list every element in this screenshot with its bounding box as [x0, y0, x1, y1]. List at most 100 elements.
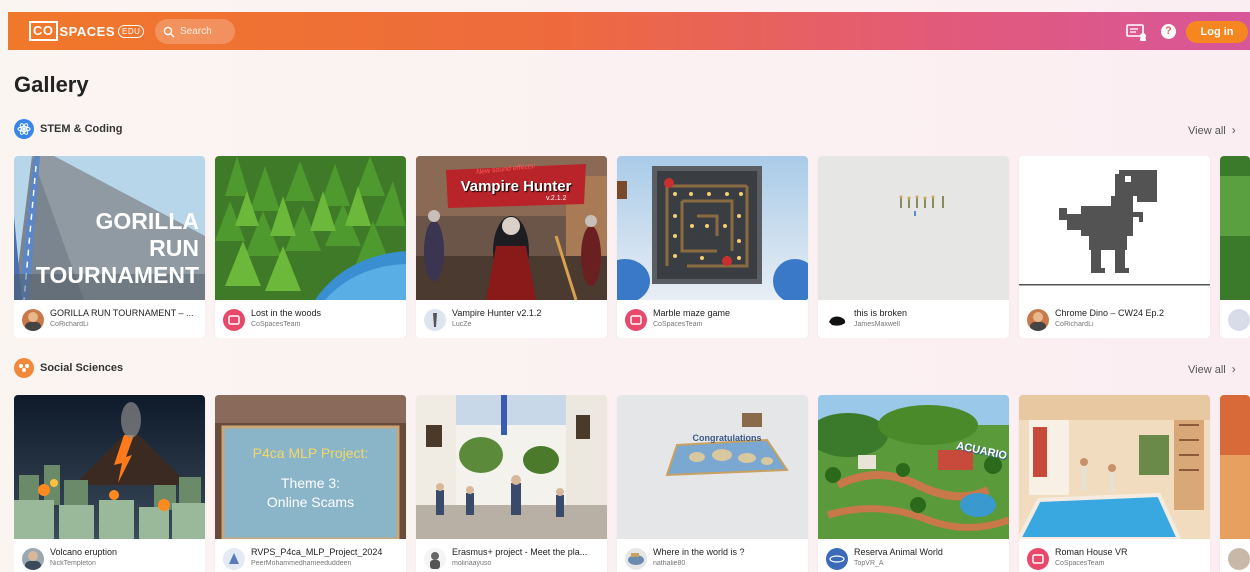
- section-title: STEM & Coding: [40, 123, 123, 135]
- card-author: TopVR_A: [854, 560, 884, 567]
- project-card[interactable]: Roman House VR CoSpacesTeam: [1019, 395, 1210, 572]
- card-author: CoSpacesTeam: [1055, 560, 1105, 567]
- card-title: Marble maze game: [653, 308, 731, 318]
- search-input[interactable]: Search: [155, 19, 235, 44]
- card-title: this is broken: [854, 308, 908, 318]
- section-header-social: Social Sciences: [14, 358, 123, 378]
- project-thumbnail: P4ca MLP Project: Theme 3: Online Scams: [215, 395, 406, 539]
- project-card[interactable]: Volcano eruption NickTempleton: [14, 395, 205, 572]
- card-title: Lost in the woods: [251, 308, 322, 318]
- project-card[interactable]: P4ca MLP Project: Theme 3: Online Scams …: [215, 395, 406, 572]
- project-card[interactable]: Congratulations Where in the world is ? …: [617, 395, 808, 572]
- view-all-label: View all: [1188, 364, 1226, 376]
- project-card[interactable]: GORILLA RUN TOURNAMENT GORILLA RUN TOURN…: [14, 156, 205, 338]
- card-info: Marble maze game CoSpacesTeam: [617, 300, 808, 338]
- card-info: [1220, 539, 1250, 572]
- search-placeholder: Search: [180, 26, 212, 37]
- login-button[interactable]: Log in: [1186, 21, 1248, 43]
- card-title: Vampire Hunter v2.1.2: [452, 308, 542, 318]
- classroom-icon[interactable]: [1126, 23, 1148, 41]
- section-title: Social Sciences: [40, 362, 124, 374]
- project-thumbnail: [617, 156, 808, 300]
- card-author: LucZe: [452, 321, 472, 328]
- card-info: this is broken JamesMaxwell: [818, 300, 1009, 338]
- thumb-text: Congratulations: [692, 433, 762, 443]
- project-card[interactable]: ACUARIO Reserva Animal World TopVR_A: [818, 395, 1009, 572]
- project-card[interactable]: Vampire Hunter v.2.1.2 New sound effects…: [416, 156, 607, 338]
- avatar: [1027, 309, 1049, 331]
- globe-people-icon: [14, 358, 34, 378]
- avatar: [1027, 548, 1049, 570]
- card-info: Erasmus+ project - Meet the pla... molin…: [416, 539, 607, 572]
- card-title: Chrome Dino – CW24 Ep.2: [1055, 308, 1165, 318]
- project-thumbnail: GORILLA RUN TOURNAMENT: [14, 156, 205, 300]
- project-thumbnail: [215, 156, 406, 300]
- project-thumbnail: [1220, 156, 1250, 300]
- project-thumbnail: [1019, 156, 1210, 300]
- card-author: nathalie80: [653, 560, 686, 567]
- project-card-partial[interactable]: [1220, 156, 1250, 338]
- card-row-stem: GORILLA RUN TOURNAMENT GORILLA RUN TOURN…: [14, 156, 1250, 338]
- section-header-stem: STEM & Coding: [14, 119, 123, 139]
- project-card[interactable]: Lost in the woods CoSpacesTeam: [215, 156, 406, 338]
- search-icon: [163, 26, 175, 38]
- card-title: Reserva Animal World: [854, 547, 943, 557]
- card-info: [1220, 300, 1250, 338]
- card-info: Roman House VR CoSpacesTeam: [1019, 539, 1210, 572]
- avatar: [826, 548, 848, 570]
- chevron-right-icon: ›: [1231, 362, 1236, 376]
- thumb-text: TOURNAMENT: [35, 262, 199, 288]
- avatar: [424, 309, 446, 331]
- card-title: Volcano eruption: [50, 547, 118, 557]
- card-info: GORILLA RUN TOURNAMENT – ... CoRichardLi: [14, 300, 205, 338]
- card-author: CoSpacesTeam: [653, 321, 703, 328]
- avatar: [1228, 309, 1250, 331]
- card-title: Where in the world is ?: [653, 547, 745, 557]
- chevron-right-icon: ›: [1231, 123, 1236, 137]
- card-info: Volcano eruption NickTempleton: [14, 539, 205, 572]
- thumb-text: Online Scams: [266, 494, 355, 510]
- project-thumbnail: [1019, 395, 1210, 539]
- card-info: Where in the world is ? nathalie80: [617, 539, 808, 572]
- card-title: Roman House VR: [1055, 547, 1128, 557]
- thumb-text: Theme 3:: [280, 475, 341, 491]
- view-all-social-link[interactable]: View all ›: [1188, 362, 1236, 376]
- card-info: RVPS_P4ca_MLP_Project_2024 PeerMohammedh…: [215, 539, 406, 572]
- project-card[interactable]: Marble maze game CoSpacesTeam: [617, 156, 808, 338]
- project-thumbnail: Congratulations: [617, 395, 808, 539]
- card-author: molinaayuso: [452, 560, 492, 567]
- avatar: [1228, 548, 1250, 570]
- logo-edu-badge: EDU: [118, 24, 145, 38]
- avatar: [424, 548, 446, 570]
- project-card[interactable]: this is broken JamesMaxwell: [818, 156, 1009, 338]
- page-title: Gallery: [14, 72, 89, 97]
- atom-icon: [14, 119, 34, 139]
- view-all-stem-link[interactable]: View all ›: [1188, 123, 1236, 137]
- card-title: Erasmus+ project - Meet the pla...: [452, 547, 588, 557]
- project-thumbnail: [14, 395, 205, 539]
- thumb-text: v.2.1.2: [546, 195, 567, 202]
- cospaces-logo[interactable]: CO SPACES EDU: [29, 20, 145, 42]
- card-author: NickTempleton: [50, 560, 96, 567]
- thumb-text: P4ca MLP Project:: [252, 445, 369, 461]
- card-author: CoRichardLi: [1055, 321, 1094, 328]
- card-title: RVPS_P4ca_MLP_Project_2024: [251, 547, 383, 557]
- project-card[interactable]: Erasmus+ project - Meet the pla... molin…: [416, 395, 607, 572]
- avatar: [22, 309, 44, 331]
- thumb-text: RUN: [149, 235, 199, 261]
- card-author: JamesMaxwell: [854, 321, 900, 328]
- project-thumbnail: Vampire Hunter v.2.1.2 New sound effects…: [416, 156, 607, 300]
- avatar: [22, 548, 44, 570]
- avatar: [223, 309, 245, 331]
- project-thumbnail: [1220, 395, 1250, 539]
- help-icon[interactable]: ?: [1161, 24, 1176, 39]
- logo-wordmark: SPACES: [59, 23, 115, 39]
- logo-co-mark: CO: [29, 21, 58, 41]
- card-info: Vampire Hunter v2.1.2 LucZe: [416, 300, 607, 338]
- thumb-text: Vampire Hunter: [460, 178, 572, 195]
- project-thumbnail: [416, 395, 607, 539]
- top-navigation-bar: CO SPACES EDU Search ? Log in: [8, 12, 1250, 50]
- view-all-label: View all: [1188, 125, 1226, 137]
- project-card[interactable]: Chrome Dino – CW24 Ep.2 CoRichardLi: [1019, 156, 1210, 338]
- project-card-partial[interactable]: [1220, 395, 1250, 572]
